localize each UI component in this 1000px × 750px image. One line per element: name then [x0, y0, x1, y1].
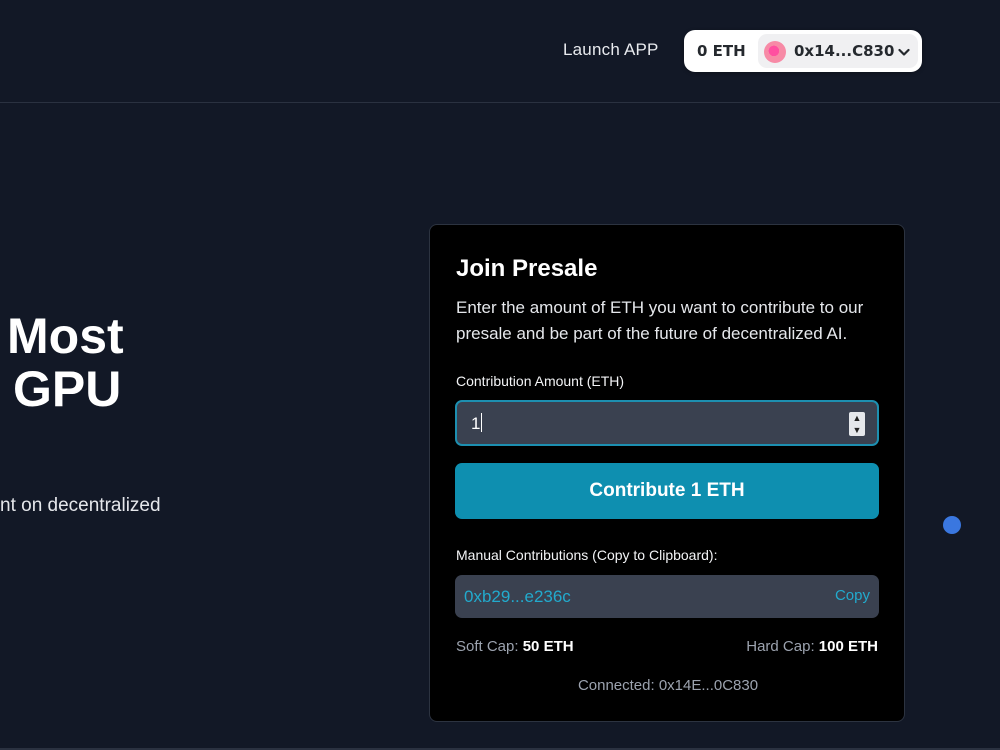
spinner-down-icon[interactable]: ▼	[849, 424, 865, 436]
connected-status: Connected: 0x14E...0C830	[577, 677, 759, 694]
presale-title: Join Presale	[456, 255, 598, 282]
contribute-button[interactable]: Contribute 1 ETH	[455, 463, 879, 519]
number-spinner[interactable]: ▲ ▼	[849, 412, 865, 436]
eth-balance: 0 ETH	[697, 42, 746, 60]
launch-app-link[interactable]: Launch APP	[563, 40, 659, 60]
soft-cap: Soft Cap: 50 ETH	[456, 638, 574, 655]
hard-cap-label: Hard Cap:	[746, 638, 815, 655]
wallet-address: 0x14...C830	[794, 42, 895, 60]
manual-contributions-label: Manual Contributions (Copy to Clipboard)…	[456, 547, 718, 563]
hero-subtitle: nt on decentralized	[0, 495, 161, 516]
soft-cap-value: 50 ETH	[522, 638, 574, 655]
presale-description: Enter the amount of ETH you want to cont…	[456, 298, 864, 343]
soft-cap-label: Soft Cap:	[456, 638, 519, 655]
contribution-amount-label: Contribution Amount (ETH)	[456, 373, 625, 389]
status-dot-icon[interactable]	[943, 516, 961, 534]
amount-value: 1	[471, 413, 483, 433]
chevron-down-icon	[898, 41, 910, 66]
hard-cap: Hard Cap: 100 ETH	[746, 638, 878, 655]
page: Launch APP 0 ETH 0x14...C830 Most GPU nt…	[0, 0, 1000, 750]
spinner-up-icon[interactable]: ▲	[849, 412, 865, 424]
copy-button[interactable]: Copy	[835, 587, 870, 604]
hero-title-line-2: GPU	[13, 361, 122, 417]
hard-cap-value: 100 ETH	[818, 638, 878, 655]
deposit-address: 0xb29...e236c	[464, 587, 571, 606]
deposit-address-box: 0xb29...e236c Copy	[455, 575, 879, 618]
avatar-icon	[764, 41, 786, 63]
contribution-amount-input[interactable]: 1 ▲ ▼	[455, 400, 879, 446]
wallet-connect-button[interactable]: 0 ETH 0x14...C830	[684, 30, 922, 72]
presale-card: Join Presale Enter the amount of ETH you…	[429, 224, 905, 722]
top-nav: Launch APP 0 ETH 0x14...C830	[0, 0, 1000, 103]
account-chip[interactable]: 0x14...C830	[758, 34, 918, 68]
hero-title-line-1: Most	[7, 308, 124, 364]
